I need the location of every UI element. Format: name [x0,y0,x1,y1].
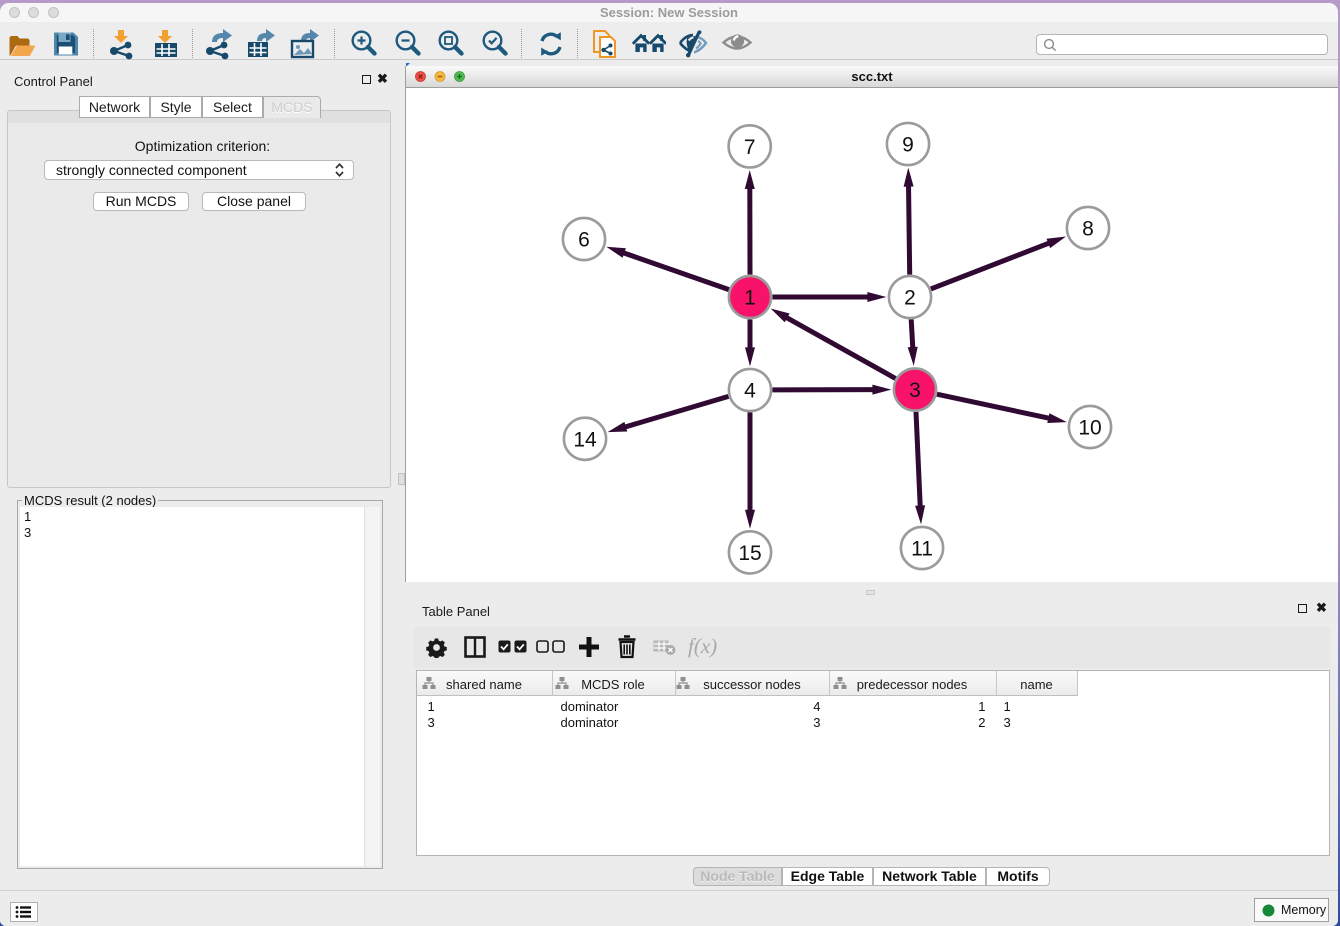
svg-text:3: 3 [909,379,921,402]
svg-text:10: 10 [1078,417,1101,440]
svg-text:2: 2 [904,287,916,310]
svg-text:7: 7 [744,136,756,159]
svg-text:1: 1 [744,287,756,310]
svg-text:11: 11 [911,538,933,561]
svg-text:4: 4 [744,380,756,403]
svg-text:14: 14 [573,428,597,451]
svg-text:15: 15 [738,542,761,565]
svg-text:6: 6 [578,229,590,252]
svg-text:9: 9 [902,134,914,157]
svg-text:8: 8 [1082,218,1094,241]
